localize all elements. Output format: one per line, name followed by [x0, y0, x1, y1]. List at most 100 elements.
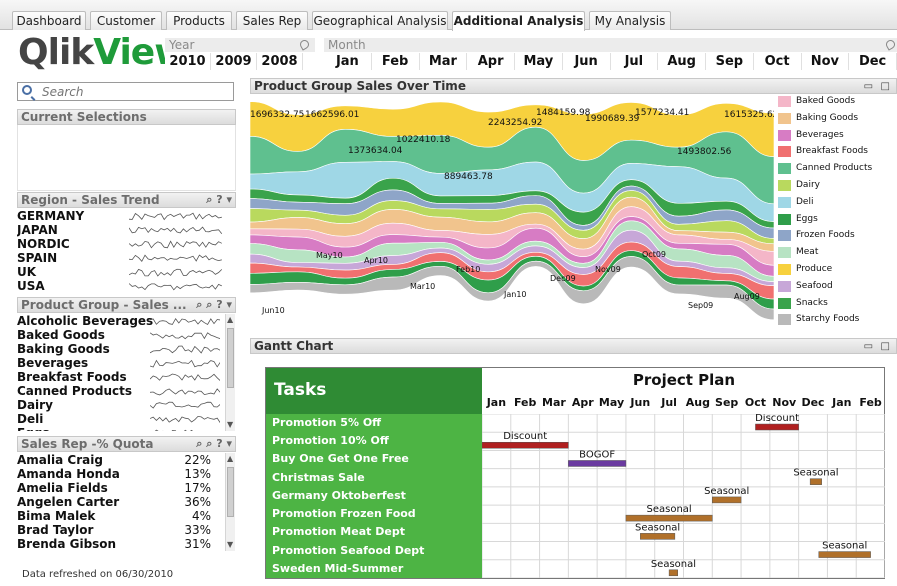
scroll-down-icon[interactable]: ▼: [227, 541, 233, 549]
gantt-bar-label: Seasonal: [647, 504, 692, 515]
gantt-bar[interactable]: [568, 460, 627, 467]
scroll-up-icon[interactable]: ▲: [227, 316, 233, 324]
sales-rep-name: Amalia Craig: [17, 453, 103, 467]
sales-streamgraph: 1696332.75 1662596.01 1373634.041022410.18…: [250, 101, 774, 321]
sales-rep-name: Brad Taylor: [17, 523, 94, 537]
month-option[interactable]: Jan: [324, 53, 372, 70]
tab-sales-rep[interactable]: Sales Rep: [236, 11, 308, 30]
list-item[interactable]: Baking Goods: [17, 342, 225, 356]
list-item[interactable]: Eggs: [17, 426, 225, 431]
panel-controls[interactable]: ⌕ ⌕ ? ▾: [196, 437, 232, 451]
tab-my-analysis[interactable]: My Analysis: [589, 11, 671, 30]
legend-item[interactable]: Frozen Foods: [778, 229, 855, 243]
scroll-thumb[interactable]: [227, 467, 234, 517]
gantt-task[interactable]: Promotion 5% Off: [272, 414, 381, 432]
list-item[interactable]: Breakfast Foods: [17, 370, 225, 384]
list-item[interactable]: Canned Products: [17, 384, 225, 398]
tab-dashboard[interactable]: Dashboard: [12, 11, 86, 30]
list-item[interactable]: Bima Malek 4%: [17, 509, 225, 523]
gantt-task[interactable]: Christmas Sale: [272, 469, 365, 487]
list-item[interactable]: JAPAN: [17, 223, 236, 237]
month-option[interactable]: May: [515, 53, 563, 70]
gantt-task[interactable]: Promotion Seafood Dept: [272, 542, 424, 560]
month-option[interactable]: Apr: [467, 53, 515, 70]
gantt-task[interactable]: Buy One Get One Free: [272, 450, 409, 468]
list-item[interactable]: UK: [17, 265, 236, 279]
month-option[interactable]: Sep: [706, 53, 754, 70]
list-item[interactable]: Beverages: [17, 356, 225, 370]
scroll-thumb[interactable]: [227, 328, 234, 388]
search-input[interactable]: [42, 84, 230, 99]
month-option[interactable]: Aug: [658, 53, 706, 70]
sales-rep-panel-header: Sales Rep -% Quota ⌕ ⌕ ? ▾: [17, 436, 236, 452]
gantt-bar[interactable]: [809, 478, 822, 485]
list-item[interactable]: Dairy: [17, 398, 225, 412]
gantt-task[interactable]: Promotion Frozen Food: [272, 505, 416, 523]
legend-label: Canned Products: [796, 163, 873, 174]
gantt-bar[interactable]: [755, 423, 799, 431]
legend-item[interactable]: Starchy Foods: [778, 313, 859, 327]
list-item[interactable]: Deli: [17, 412, 225, 426]
window-controls[interactable]: ▭ □: [864, 340, 892, 354]
list-item[interactable]: NORDIC: [17, 237, 236, 251]
legend-item[interactable]: Deli: [778, 196, 813, 210]
list-item[interactable]: Amelia Fields 17%: [17, 481, 225, 495]
legend-item[interactable]: Snacks: [778, 297, 828, 311]
gantt-bar[interactable]: [818, 551, 871, 558]
gantt-bar[interactable]: [640, 533, 676, 540]
month-option[interactable]: Nov: [802, 53, 850, 70]
panel-controls[interactable]: ⌕ ? ▾: [206, 193, 232, 207]
list-item[interactable]: GERMANY: [17, 209, 236, 223]
legend-item[interactable]: Dairy: [778, 179, 820, 193]
month-option[interactable]: Jun: [563, 53, 611, 70]
list-item[interactable]: Angelen Carter 36%: [17, 495, 225, 509]
gantt-task[interactable]: Promotion 10% Off: [272, 432, 389, 450]
product-group-scrollbar[interactable]: ▲ ▼: [225, 314, 235, 431]
panel-controls[interactable]: ⌕ ⌕ ? ▾: [196, 298, 232, 312]
tab-customer[interactable]: Customer: [90, 11, 162, 30]
gantt-bar[interactable]: [668, 569, 678, 577]
month-option[interactable]: Dec: [849, 53, 897, 70]
legend-item[interactable]: Seafood: [778, 280, 833, 294]
month-option[interactable]: Jul: [611, 53, 659, 70]
legend-item[interactable]: Beverages: [778, 129, 844, 143]
gantt-task[interactable]: Germany Oktoberfest: [272, 487, 406, 505]
legend-item[interactable]: Breakfast Foods: [778, 145, 868, 159]
scroll-up-icon[interactable]: ▲: [227, 455, 233, 463]
year-option[interactable]: 2008: [257, 53, 303, 70]
list-item[interactable]: Baked Goods: [17, 328, 225, 342]
list-item[interactable]: Alcoholic Beverages: [17, 314, 225, 328]
tab-additional-analysis[interactable]: Additional Analysis: [452, 11, 585, 31]
month-option[interactable]: Mar: [420, 53, 468, 70]
month-option[interactable]: Feb: [372, 53, 420, 70]
sales-rep-scrollbar[interactable]: ▲ ▼: [225, 453, 235, 551]
list-item[interactable]: Amanda Honda 13%: [17, 467, 225, 481]
gantt-bar[interactable]: [712, 496, 742, 504]
gantt-task[interactable]: Sweden Mid-Summer: [272, 560, 403, 578]
region-panel-header: Region - Sales Trend ⌕ ? ▾: [17, 192, 236, 208]
gantt-task[interactable]: Promotion Meat Dept: [272, 523, 405, 541]
year-option[interactable]: 2009: [211, 53, 257, 70]
value-label: 1696332.75: [250, 110, 304, 120]
list-item[interactable]: Amalia Craig 22%: [17, 453, 225, 467]
quota-value: 33%: [184, 523, 211, 537]
list-item[interactable]: SPAIN: [17, 251, 236, 265]
list-item[interactable]: USA: [17, 279, 236, 293]
gantt-bar[interactable]: [625, 514, 713, 522]
legend-item[interactable]: Baking Goods: [778, 112, 858, 126]
scroll-down-icon[interactable]: ▼: [227, 421, 233, 429]
tab-geographical-analysis[interactable]: Geographical Analysis: [312, 11, 448, 30]
legend-item[interactable]: Produce: [778, 263, 832, 277]
list-item[interactable]: Brenda Gibson 31%: [17, 537, 225, 551]
region-name: SPAIN: [17, 251, 58, 265]
legend-item[interactable]: Canned Products: [778, 162, 872, 176]
window-controls[interactable]: ▭ □: [864, 80, 892, 94]
year-option[interactable]: 2010: [165, 53, 211, 70]
legend-item[interactable]: Eggs: [778, 213, 818, 227]
month-option[interactable]: Oct: [754, 53, 802, 70]
gantt-bar[interactable]: [482, 441, 569, 449]
legend-item[interactable]: Baked Goods: [778, 95, 855, 109]
tab-products[interactable]: Products: [166, 11, 232, 30]
list-item[interactable]: Brad Taylor 33%: [17, 523, 225, 537]
legend-item[interactable]: Meat: [778, 246, 818, 260]
